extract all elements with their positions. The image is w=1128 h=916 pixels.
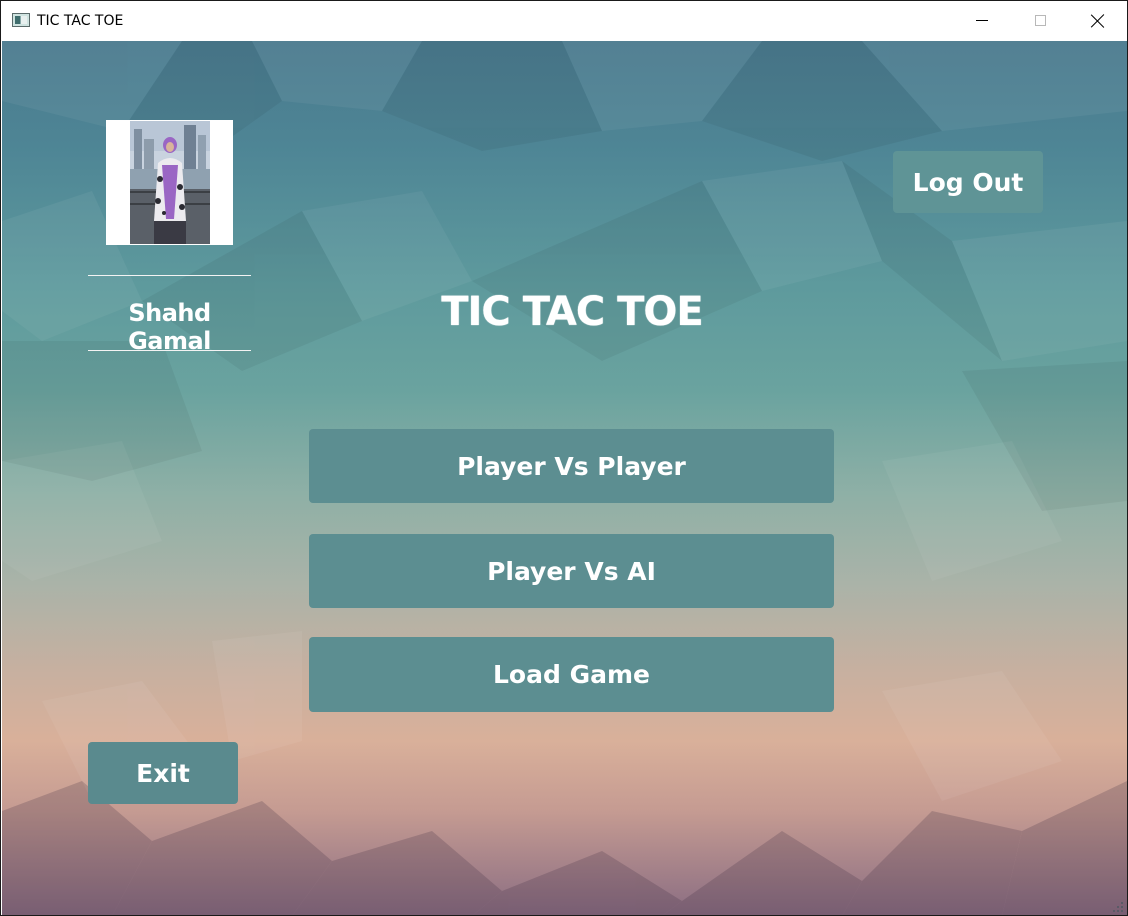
- player-vs-ai-button[interactable]: Player Vs AI: [309, 534, 834, 608]
- maximize-button[interactable]: [1011, 1, 1069, 40]
- main-menu: Shahd Gamal TIC TAC TOE Log Out Player V…: [2, 41, 1127, 915]
- logout-button[interactable]: Log Out: [893, 151, 1043, 213]
- minimize-icon: [976, 20, 988, 21]
- app-icon: [12, 13, 30, 27]
- window-title: TIC TAC TOE: [37, 13, 124, 29]
- username-label: Shahd Gamal: [128, 299, 211, 355]
- game-title: TIC TAC TOE: [441, 289, 703, 335]
- username-divider-top: [88, 275, 251, 276]
- avatar-photo: [130, 121, 210, 244]
- load-game-button[interactable]: Load Game: [309, 637, 834, 712]
- close-button[interactable]: [1069, 1, 1127, 40]
- title-bar[interactable]: TIC TAC TOE: [1, 1, 1127, 40]
- maximize-icon: [1034, 15, 1046, 26]
- app-window: TIC TAC TOE Shahd Gamal TIC TAC TOE Log …: [0, 0, 1128, 916]
- resize-grip-icon[interactable]: [1112, 901, 1124, 913]
- player-vs-player-button[interactable]: Player Vs Player: [309, 429, 834, 503]
- exit-button[interactable]: Exit: [88, 742, 238, 804]
- close-icon: [1091, 14, 1105, 28]
- minimize-button[interactable]: [953, 1, 1011, 40]
- username-divider-bottom: [88, 350, 251, 351]
- user-avatar: [106, 120, 233, 245]
